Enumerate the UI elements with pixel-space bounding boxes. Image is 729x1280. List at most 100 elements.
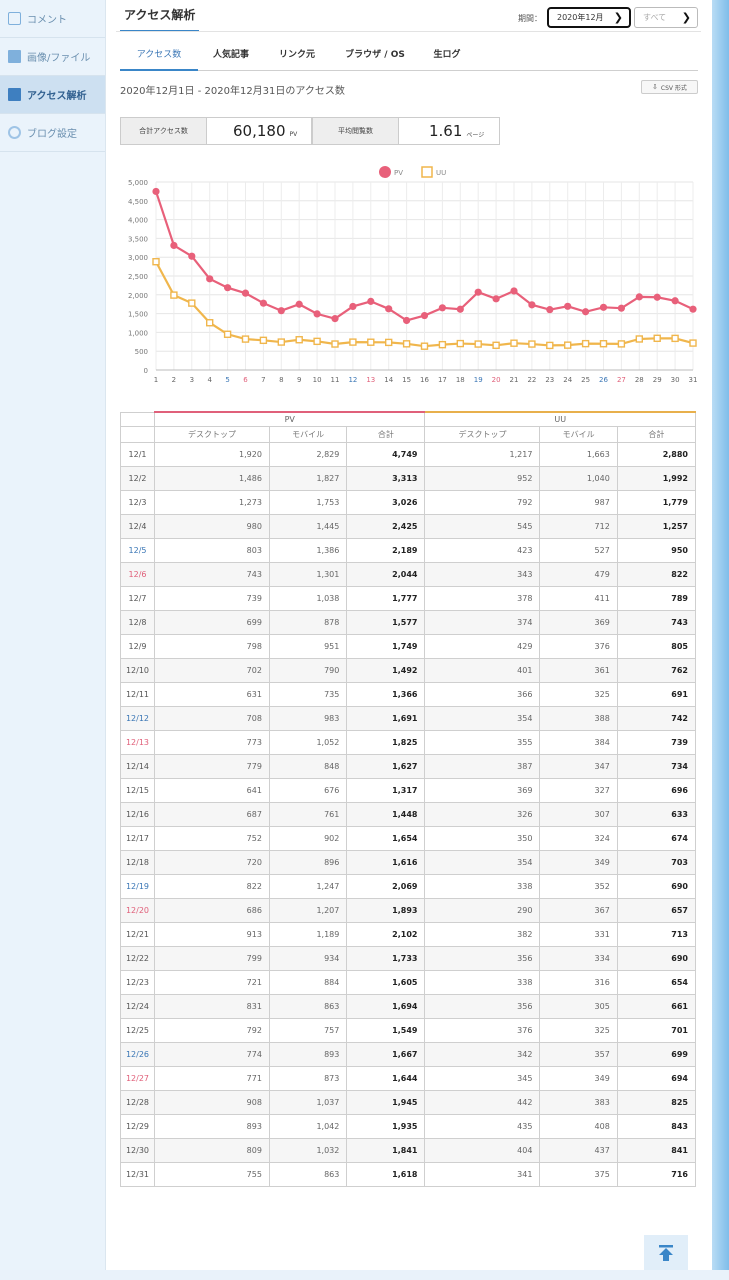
- table-cell: 334: [539, 945, 618, 971]
- table-cell: 527: [539, 537, 618, 563]
- table-cell: 325: [539, 1017, 618, 1043]
- table-cell: 1,827: [268, 465, 348, 491]
- table-cell: 657: [616, 897, 697, 923]
- table-cell-date: 12/20: [120, 897, 155, 923]
- sidebar-item-label: ブログ設定: [27, 129, 77, 140]
- table-cell: 2,425: [346, 513, 426, 539]
- tab-raw-log[interactable]: 生ログ: [422, 40, 472, 71]
- table-cell: 701: [616, 1017, 697, 1043]
- table-cell: 1,217: [424, 441, 541, 467]
- table-cell: 2,189: [346, 537, 426, 563]
- table-cell: 980: [154, 513, 270, 539]
- uu-point: [474, 340, 482, 348]
- table-cell: 721: [154, 969, 270, 995]
- tab-access[interactable]: アクセス数: [120, 40, 198, 71]
- table-cell: 720: [154, 849, 270, 875]
- period-select[interactable]: 2020年12月 ❯: [547, 7, 631, 28]
- sidebar-item-settings[interactable]: ブログ設定: [0, 114, 105, 152]
- tab-referrer[interactable]: リンク元: [266, 40, 328, 71]
- sidebar-item-analytics[interactable]: アクセス解析: [0, 76, 105, 114]
- uu-point: [188, 299, 196, 307]
- legend-uu-marker: [421, 166, 433, 178]
- table-cell: 354: [424, 705, 541, 731]
- uu-point: [599, 340, 608, 348]
- main-content: アクセス解析 期間： 2020年12月 ❯ すべて ❯ アクセス数 人気記事 リ…: [106, 0, 712, 1280]
- table-cell: 290: [424, 897, 541, 923]
- table-row: 12/8 699 878 1,577 374 369 743: [120, 609, 697, 635]
- avg-views-value: 1.61: [429, 122, 463, 140]
- table-cell: 902: [268, 825, 348, 851]
- table-row: 12/20 686 1,207 1,893 290 367 657: [120, 897, 697, 923]
- x-tick-label: 11: [331, 376, 340, 384]
- table-cell: 1,618: [346, 1161, 426, 1187]
- uu-point: [205, 319, 214, 327]
- table-cell: 1,301: [268, 561, 348, 587]
- table-row: 12/7 739 1,038 1,777 378 411 789: [120, 585, 697, 611]
- table-cell: 952: [424, 465, 541, 491]
- x-tick-label: 29: [653, 376, 662, 384]
- table-cell: 1,920: [154, 441, 270, 467]
- table-cell: 873: [268, 1065, 348, 1091]
- table-cell: 661: [616, 993, 697, 1019]
- col-pv-desktop: デスクトップ: [154, 425, 270, 443]
- table-cell: 790: [268, 657, 348, 683]
- table-group-uu: UU: [424, 411, 696, 427]
- uu-point: [546, 341, 554, 350]
- sidebar-item-label: コメント: [27, 15, 67, 26]
- x-tick-label: 8: [279, 376, 283, 384]
- table-cell: 382: [424, 921, 541, 947]
- table-cell: 1,386: [268, 537, 348, 563]
- table-cell-date: 12/16: [120, 801, 155, 827]
- bottom-bar: [0, 1270, 729, 1280]
- table-cell: 809: [154, 1137, 270, 1163]
- tab-popular[interactable]: 人気記事: [200, 40, 262, 71]
- table-cell: 369: [539, 609, 618, 635]
- arrow-up-icon: [659, 1245, 673, 1261]
- table-cell-date: 12/5: [120, 537, 155, 563]
- period-value: 2020年12月: [557, 13, 604, 22]
- table-cell-date: 12/9: [120, 633, 155, 659]
- pv-point: [420, 311, 429, 320]
- filter-select[interactable]: すべて ❯: [634, 7, 698, 28]
- pv-point: [617, 304, 625, 312]
- pv-point: [546, 306, 554, 314]
- table-cell: 702: [154, 657, 270, 683]
- table-cell: 1,486: [154, 465, 270, 491]
- pv-point: [403, 316, 411, 325]
- table-cell: 376: [539, 633, 618, 659]
- pv-point: [331, 315, 339, 323]
- scroll-top-button[interactable]: [644, 1235, 688, 1271]
- uu-point: [313, 337, 321, 346]
- table-row: 12/5 803 1,386 2,189 423 527 950: [120, 537, 697, 563]
- download-icon: ⇩: [652, 83, 658, 91]
- sidebar-item-comment[interactable]: コメント: [0, 0, 105, 38]
- table-cell: 1,691: [346, 705, 426, 731]
- table-cell-date: 12/19: [120, 873, 155, 899]
- table-cell: 789: [616, 585, 697, 611]
- x-tick-label: 13: [366, 376, 375, 384]
- y-tick-label: 3,000: [128, 254, 148, 262]
- sidebar-item-image[interactable]: 画像/ファイル: [0, 38, 105, 76]
- csv-button[interactable]: ⇩ CSV 形式: [641, 80, 698, 94]
- uu-point: [152, 258, 160, 266]
- x-tick-label: 5: [225, 376, 229, 384]
- table-row: 12/13 773 1,052 1,825 355 384 739: [120, 729, 697, 755]
- tab-browser-os[interactable]: ブラウザ / OS: [334, 40, 416, 71]
- table-row: 12/6 743 1,301 2,044 343 479 822: [120, 561, 697, 587]
- table-cell: 1,644: [346, 1065, 426, 1091]
- x-tick-label: 23: [545, 376, 554, 384]
- table-cell: 742: [616, 705, 697, 731]
- image-icon: [8, 50, 21, 63]
- table-cell: 357: [539, 1041, 618, 1067]
- table-row: 12/4 980 1,445 2,425 545 712 1,257: [120, 513, 697, 539]
- pv-point: [295, 300, 303, 308]
- pv-point: [635, 293, 643, 301]
- table-cell-date: 12/11: [120, 681, 155, 707]
- table-row: 12/19 822 1,247 2,069 338 352 690: [120, 873, 697, 899]
- table-cell: 1,247: [268, 873, 348, 899]
- table-cell: 345: [424, 1065, 541, 1091]
- y-tick-label: 500: [135, 348, 148, 356]
- uu-point: [617, 340, 626, 348]
- table-cell: 2,102: [346, 921, 426, 947]
- x-tick-label: 2: [172, 376, 176, 384]
